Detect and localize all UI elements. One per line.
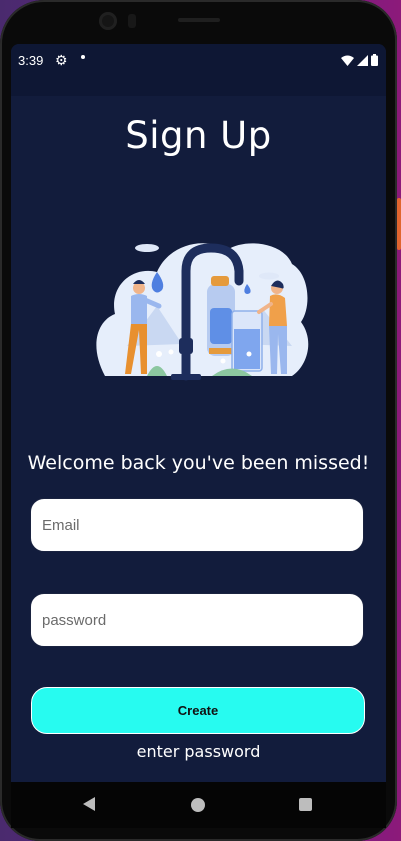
wifi-icon bbox=[341, 55, 354, 66]
page-title: Sign Up bbox=[125, 114, 272, 157]
email-field-container bbox=[30, 498, 364, 552]
notification-dot-icon bbox=[81, 55, 85, 59]
recent-apps-icon[interactable] bbox=[299, 798, 312, 811]
water-illustration bbox=[96, 243, 309, 381]
email-field[interactable] bbox=[31, 499, 363, 551]
earpiece-speaker bbox=[178, 18, 220, 22]
welcome-text: Welcome back you've been missed! bbox=[27, 452, 370, 474]
proximity-sensor bbox=[128, 14, 136, 28]
status-icons bbox=[341, 54, 378, 66]
password-field-container bbox=[30, 593, 364, 647]
password-hint-text: enter password bbox=[136, 742, 261, 761]
back-icon[interactable] bbox=[83, 797, 95, 811]
power-button bbox=[397, 198, 401, 250]
signal-icon bbox=[357, 54, 368, 66]
app-screen: 3:39 ⚙ Sign Up Welcome back you've been … bbox=[11, 44, 386, 820]
password-field[interactable] bbox=[31, 594, 363, 646]
front-camera bbox=[99, 12, 117, 30]
status-bar: 3:39 ⚙ bbox=[11, 44, 386, 96]
home-icon[interactable] bbox=[191, 798, 205, 812]
status-time: 3:39 bbox=[18, 53, 44, 68]
navigation-bar bbox=[11, 782, 386, 828]
phone-frame: 3:39 ⚙ Sign Up Welcome back you've been … bbox=[0, 0, 397, 841]
create-button[interactable]: Create bbox=[31, 687, 365, 734]
gear-icon: ⚙ bbox=[55, 52, 68, 68]
battery-icon bbox=[371, 54, 378, 66]
